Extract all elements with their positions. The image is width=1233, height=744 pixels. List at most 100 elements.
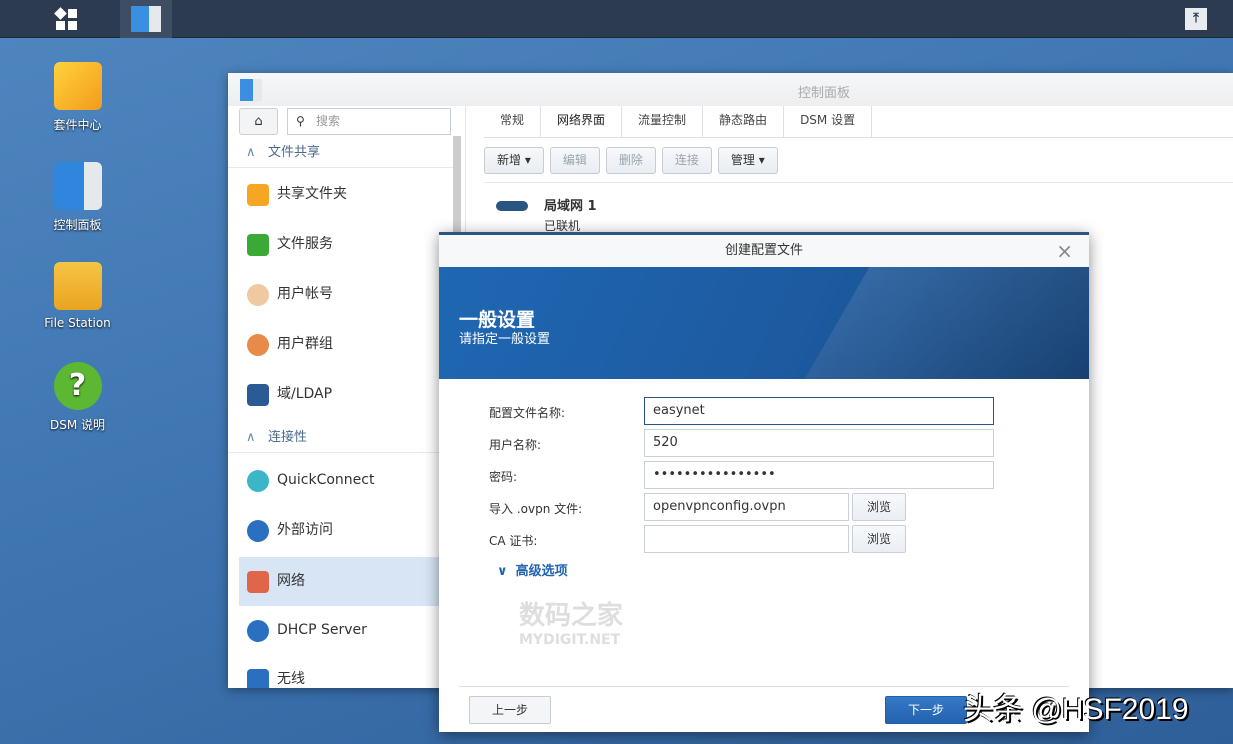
sidebar-item-label: 文件服务: [277, 236, 333, 252]
next-button[interactable]: 下一步: [885, 696, 967, 724]
sidebar-item-label: 网络: [277, 573, 305, 589]
toolbar: 新增 ▾ 编辑 删除 连接 管理 ▾: [484, 147, 778, 174]
profile-name-input[interactable]: easynet: [644, 397, 994, 425]
grid-icon: [53, 6, 77, 30]
dialog-banner: 一般设置 请指定一般设置: [439, 267, 1089, 379]
globe-icon: [247, 520, 269, 542]
control-panel-icon: [240, 79, 262, 101]
sidebar-item-label: 用户群组: [277, 336, 333, 352]
home-button[interactable]: ⌂: [239, 108, 278, 135]
dhcp-icon: [247, 620, 269, 642]
chevron-down-icon: ∨: [497, 564, 508, 579]
ldap-icon: [247, 384, 269, 406]
main-menu-button[interactable]: [40, 0, 92, 38]
sidebar-item-label: 共享文件夹: [277, 186, 347, 202]
interface-row[interactable]: 局域网 1 已联机: [484, 182, 1233, 234]
window-titlebar[interactable]: 控制面板: [228, 73, 1233, 106]
close-icon[interactable]: ×: [1056, 235, 1073, 267]
dialog-header[interactable]: 创建配置文件 ×: [439, 235, 1089, 267]
profile-name-label: 配置文件名称:: [489, 406, 566, 420]
tab-static-route[interactable]: 静态路由: [703, 106, 785, 137]
control-panel-icon: [131, 6, 161, 32]
section-file-sharing[interactable]: ∧ 文件共享: [228, 138, 453, 168]
tab-dsm-settings[interactable]: DSM 设置: [784, 106, 873, 137]
tab-traffic-control[interactable]: 流量控制: [622, 106, 704, 137]
search-placeholder: 搜索: [316, 114, 341, 128]
sidebar-item-label: 无线: [277, 671, 305, 687]
search-icon: ⚲: [296, 114, 305, 128]
dialog-title: 创建配置文件: [724, 243, 803, 258]
ovpn-browse-button[interactable]: 浏览: [852, 493, 906, 521]
sidebar-item-user[interactable]: 用户帐号: [239, 270, 451, 319]
desktop-dsm-help[interactable]: ? DSM 说明: [30, 362, 125, 433]
username-input[interactable]: 520: [644, 429, 994, 457]
sidebar-item-network[interactable]: 网络: [239, 557, 451, 606]
taskbar: ⤒: [0, 0, 1233, 38]
help-icon: ?: [53, 362, 102, 410]
add-button[interactable]: 新增 ▾: [484, 147, 544, 174]
cloud-icon: [247, 470, 269, 492]
add-label: 新增: [497, 153, 522, 167]
lan-icon: [496, 201, 528, 211]
advanced-label: 高级选项: [515, 564, 568, 579]
window-title: 控制面板: [798, 86, 851, 101]
sidebar-item-label: 外部访问: [277, 522, 333, 538]
shared-folder-icon: [247, 184, 269, 206]
back-button[interactable]: 上一步: [469, 696, 551, 724]
sidebar-item-label: DHCP Server: [277, 622, 367, 638]
manage-button[interactable]: 管理 ▾: [717, 147, 778, 174]
sidebar-item-file-services[interactable]: 文件服务: [239, 220, 451, 269]
tab-network-interface[interactable]: 网络界面: [541, 106, 623, 137]
sidebar-item-quickconnect[interactable]: QuickConnect: [239, 456, 451, 505]
sidebar-item-wireless[interactable]: 无线: [239, 655, 451, 688]
watermark-en: MYDIGIT.NET: [519, 632, 621, 648]
group-icon: [247, 334, 269, 356]
watermark-cn: 数码之家: [519, 601, 624, 631]
ca-cert-input[interactable]: [644, 525, 849, 553]
desktop-file-station[interactable]: File Station: [30, 262, 125, 330]
ca-cert-label: CA 证书:: [489, 534, 538, 548]
sidebar-item-group[interactable]: 用户群组: [239, 320, 451, 369]
shopping-bag-icon: [53, 62, 102, 110]
sidebar-item-label: QuickConnect: [277, 472, 375, 488]
sidebar-item-label: 用户帐号: [277, 286, 333, 302]
password-input[interactable]: ••••••••••••••••: [644, 461, 994, 489]
interface-name: 局域网 1: [544, 199, 597, 214]
advanced-options-toggle[interactable]: ∨ 高级选项: [497, 560, 568, 579]
desktop-package-center[interactable]: 套件中心: [30, 62, 125, 133]
caret-down-icon: ▾: [758, 153, 765, 167]
ovpn-file-input[interactable]: openvpnconfig.ovpn: [644, 493, 849, 521]
connect-button[interactable]: 连接: [661, 147, 712, 174]
control-panel-icon: [53, 162, 102, 210]
chevron-up-icon: ∧: [246, 430, 256, 445]
delete-button[interactable]: 删除: [605, 147, 656, 174]
caret-down-icon: ▾: [524, 153, 531, 167]
username-label: 用户名称:: [489, 438, 542, 452]
edit-button[interactable]: 编辑: [549, 147, 600, 174]
tab-general[interactable]: 常规: [484, 106, 542, 137]
desktop-icon-label: DSM 说明: [49, 418, 106, 432]
overlay-watermark: 头条 @HSF2019: [963, 693, 1189, 726]
network-house-icon: [247, 571, 269, 593]
watermark: 数码之家 MYDIGIT.NET: [519, 595, 623, 648]
wifi-icon: [247, 669, 269, 688]
desktop-icon-label: 控制面板: [53, 218, 102, 232]
upload-icon: ⤒: [1185, 8, 1207, 30]
sidebar-item-dhcp[interactable]: DHCP Server: [239, 606, 451, 655]
create-profile-dialog: 创建配置文件 × 一般设置 请指定一般设置 配置文件名称: easynet 用户名…: [439, 232, 1089, 732]
taskbar-control-panel[interactable]: [120, 0, 172, 38]
manage-label: 管理: [730, 153, 755, 167]
sidebar-item-external-access[interactable]: 外部访问: [239, 506, 451, 555]
desktop-icon-label: File Station: [44, 316, 111, 330]
ovpn-file-label: 导入 .ovpn 文件:: [489, 502, 583, 516]
sidebar-item-shared-folder[interactable]: 共享文件夹: [239, 170, 451, 219]
file-services-icon: [247, 234, 269, 256]
sidebar-item-ldap[interactable]: 域/LDAP: [239, 370, 451, 419]
ca-browse-button[interactable]: 浏览: [852, 525, 906, 553]
desktop-control-panel[interactable]: 控制面板: [30, 162, 125, 233]
user-icon: [247, 284, 269, 306]
search-input[interactable]: ⚲ 搜索: [287, 108, 451, 135]
tab-bar: 常规 网络界面 流量控制 静态路由 DSM 设置: [484, 106, 1233, 138]
upload-button[interactable]: ⤒: [1170, 0, 1222, 38]
section-connectivity[interactable]: ∧ 连接性: [228, 423, 453, 453]
